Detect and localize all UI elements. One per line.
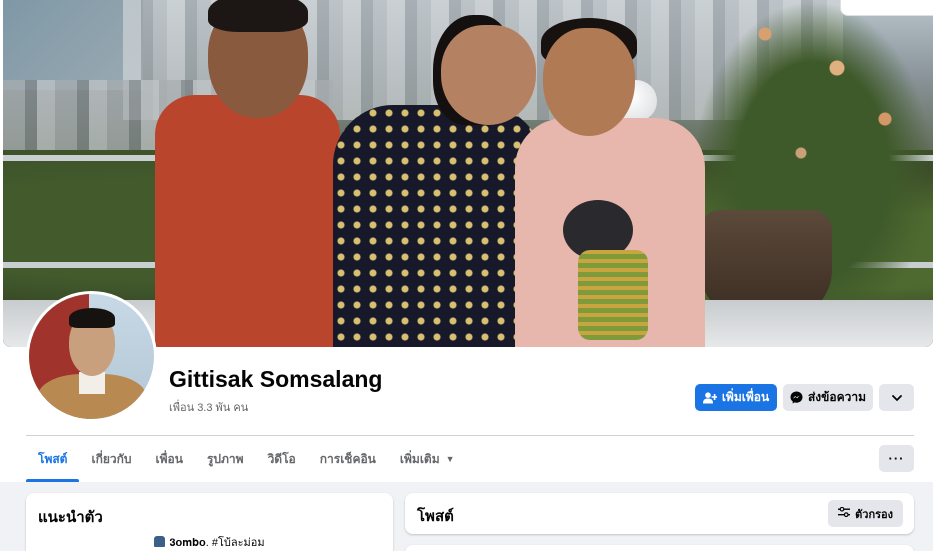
profile-header: Gittisak Somsalang เพื่อน 3.3 พัน คน เพิ… bbox=[0, 0, 933, 482]
profile-name[interactable]: Gittisak Somsalang bbox=[169, 366, 382, 393]
chevron-down-icon bbox=[891, 394, 902, 401]
person-3-head bbox=[543, 28, 635, 136]
posts-card: โพสต์ ตัวกรอง bbox=[405, 493, 914, 534]
tab-videos[interactable]: วิดีโอ bbox=[256, 436, 308, 482]
friend-count[interactable]: เพื่อน 3.3 พัน คน bbox=[169, 398, 248, 416]
person-1-body bbox=[155, 95, 340, 347]
tab-overflow-button[interactable]: ··· bbox=[879, 445, 914, 472]
add-friend-button[interactable]: เพิ่มเพื่อน bbox=[695, 384, 777, 411]
filter-label: ตัวกรอง bbox=[855, 508, 893, 521]
person-3-bag bbox=[578, 250, 648, 340]
filter-icon bbox=[838, 506, 851, 520]
cover-photo[interactable] bbox=[3, 0, 933, 347]
intro-title: แนะนำตัว bbox=[38, 509, 103, 526]
tab-label: เพื่อน bbox=[155, 451, 183, 466]
avatar-hair bbox=[69, 308, 115, 328]
message-label: ส่งข้อความ bbox=[807, 390, 866, 404]
tab-about[interactable]: เกี่ยวกับ bbox=[79, 436, 143, 482]
tab-label: เกี่ยวกับ bbox=[91, 451, 132, 466]
intro-bio-line: 𝟑𝐨𝐦𝐛𝐨. #โบ้ละม่อม bbox=[26, 533, 393, 551]
tab-label: รูปภาพ bbox=[206, 451, 244, 466]
person-1-hair bbox=[208, 0, 308, 32]
cover-sea bbox=[3, 0, 143, 90]
tab-more[interactable]: เพิ่มเติม ▼ bbox=[388, 436, 467, 482]
caret-down-icon: ▼ bbox=[445, 454, 455, 464]
message-button[interactable]: ส่งข้อความ bbox=[783, 384, 873, 411]
person-2-head bbox=[441, 25, 536, 125]
corner-tab bbox=[840, 0, 933, 16]
messenger-icon bbox=[790, 391, 803, 404]
tab-label: การเช็คอิน bbox=[319, 451, 376, 466]
profile-avatar[interactable] bbox=[26, 291, 157, 422]
intro-card: แนะนำตัว 𝟑𝐨𝐦𝐛𝐨. #โบ้ละม่อม bbox=[26, 493, 393, 551]
add-friend-label: เพิ่มเพื่อน bbox=[721, 390, 770, 404]
tab-checkins[interactable]: การเช็คอิน bbox=[308, 436, 388, 482]
avatar-photo bbox=[29, 294, 154, 419]
police-officer-emoji-icon bbox=[154, 536, 166, 547]
posts-title: โพสต์ bbox=[417, 508, 454, 525]
tab-label: โพสต์ bbox=[38, 451, 68, 466]
tab-posts[interactable]: โพสต์ bbox=[26, 436, 80, 482]
profile-tabs: โพสต์ เกี่ยวกับ เพื่อน รูปภาพ วิดีโอ การ… bbox=[26, 436, 467, 482]
add-friend-icon bbox=[702, 391, 717, 404]
more-actions-button[interactable] bbox=[879, 384, 914, 411]
tab-friends[interactable]: เพื่อน bbox=[144, 436, 195, 482]
intro-bio: 𝟑𝐨𝐦𝐛𝐨. #โบ้ละม่อม bbox=[169, 537, 265, 549]
post-composer-card bbox=[405, 545, 914, 551]
tab-label: เพิ่มเติม bbox=[399, 451, 440, 466]
tab-label: วิดีโอ bbox=[267, 451, 296, 466]
person-2-body bbox=[333, 105, 543, 347]
tab-photos[interactable]: รูปภาพ bbox=[195, 436, 256, 482]
filter-button[interactable]: ตัวกรอง bbox=[828, 500, 903, 527]
